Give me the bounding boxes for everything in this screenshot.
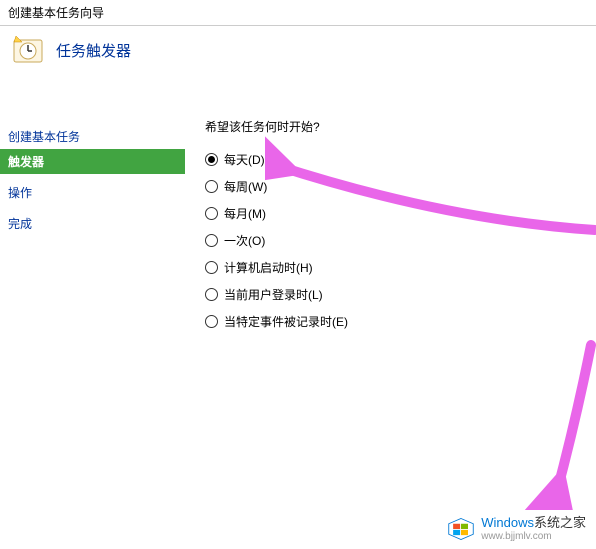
radio-icon <box>205 315 218 328</box>
clock-icon <box>12 34 44 66</box>
radio-icon <box>205 207 218 220</box>
window-title: 创建基本任务向导 <box>0 0 596 25</box>
watermark-brand-cn: 系统之家 <box>534 515 586 530</box>
watermark-text: Windows系统之家 www.bjjmlv.com <box>481 516 586 541</box>
radio-icon <box>205 261 218 274</box>
radio-label: 每天(D) <box>224 151 265 168</box>
radio-option-logon[interactable]: 当前用户登录时(L) <box>205 286 596 303</box>
radio-icon <box>205 180 218 193</box>
windows-logo-icon <box>447 515 475 543</box>
sidebar-item-finish[interactable]: 完成 <box>0 211 185 236</box>
sidebar-item-trigger[interactable]: 触发器 <box>0 149 185 174</box>
sidebar-item-create-task[interactable]: 创建基本任务 <box>0 124 185 149</box>
sidebar-item-action[interactable]: 操作 <box>0 180 185 205</box>
radio-option-weekly[interactable]: 每周(W) <box>205 178 596 195</box>
wizard-content: 创建基本任务 触发器 操作 完成 希望该任务何时开始? 每天(D) 每周(W) … <box>0 118 596 330</box>
radio-icon <box>205 153 218 166</box>
radio-label: 当前用户登录时(L) <box>224 286 323 303</box>
radio-option-daily[interactable]: 每天(D) <box>205 151 596 168</box>
radio-option-monthly[interactable]: 每月(M) <box>205 205 596 222</box>
radio-label: 计算机启动时(H) <box>224 259 313 276</box>
trigger-radio-group: 每天(D) 每周(W) 每月(M) 一次(O) 计算机启动时(H) 当前用户登录… <box>205 151 596 330</box>
radio-label: 每月(M) <box>224 205 266 222</box>
radio-icon <box>205 288 218 301</box>
wizard-header: 任务触发器 <box>0 26 596 78</box>
radio-label: 每周(W) <box>224 178 267 195</box>
radio-icon <box>205 234 218 247</box>
radio-option-event[interactable]: 当特定事件被记录时(E) <box>205 313 596 330</box>
wizard-main: 希望该任务何时开始? 每天(D) 每周(W) 每月(M) 一次(O) 计算机启动… <box>185 118 596 330</box>
annotation-arrow-icon <box>516 340 596 510</box>
radio-label: 当特定事件被记录时(E) <box>224 313 348 330</box>
watermark-url: www.bjjmlv.com <box>481 531 586 542</box>
radio-label: 一次(O) <box>224 232 265 249</box>
watermark: Windows系统之家 www.bjjmlv.com <box>447 515 586 543</box>
wizard-header-title: 任务触发器 <box>56 40 131 61</box>
radio-option-startup[interactable]: 计算机启动时(H) <box>205 259 596 276</box>
trigger-question: 希望该任务何时开始? <box>205 118 596 135</box>
wizard-sidebar: 创建基本任务 触发器 操作 完成 <box>0 118 185 330</box>
radio-option-once[interactable]: 一次(O) <box>205 232 596 249</box>
watermark-brand-en: Windows <box>481 515 534 530</box>
